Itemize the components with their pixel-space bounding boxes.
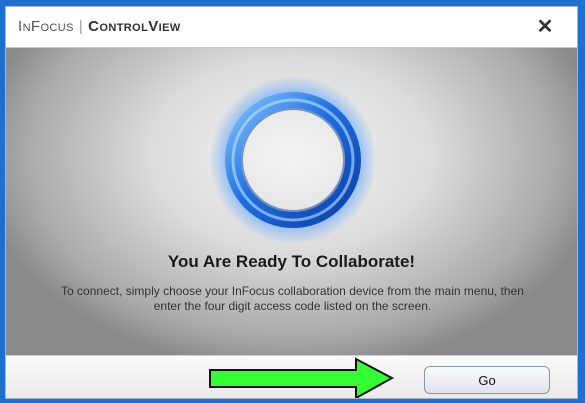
close-icon: ✕ xyxy=(536,16,554,38)
brand-controlview: ControlView xyxy=(88,18,181,35)
go-button[interactable]: Go xyxy=(424,366,550,394)
footer-bar: Go xyxy=(6,355,577,398)
app-brand: InFocus | ControlView xyxy=(18,18,181,35)
title-bar: InFocus | ControlView ✕ xyxy=(6,7,577,48)
ready-heading: You Are Ready To Collaborate! xyxy=(167,252,416,271)
close-button[interactable]: ✕ xyxy=(533,15,557,39)
brand-infocus: InFocus xyxy=(18,18,74,35)
brand-separator: | xyxy=(78,18,84,35)
green-arrow-icon xyxy=(209,357,395,398)
instructions-text: To connect, simply choose your InFocus c… xyxy=(46,284,539,314)
blue-ring-icon xyxy=(209,76,377,244)
controlview-window: InFocus | ControlView ✕ You Are Ready To… xyxy=(5,6,578,399)
main-panel: You Are Ready To Collaborate! To connect… xyxy=(6,48,577,355)
instructions-line-2: enter the four digit access code listed … xyxy=(153,299,432,313)
instructions-line-1: To connect, simply choose your InFocus c… xyxy=(61,284,524,298)
